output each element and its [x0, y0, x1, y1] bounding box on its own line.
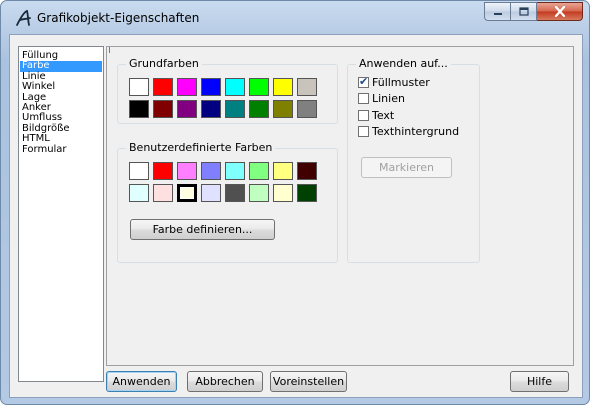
custom-color-swatch-6[interactable]: [273, 162, 293, 180]
custom-color-swatch-7[interactable]: [297, 162, 317, 180]
basic-color-swatch-14[interactable]: [273, 100, 293, 118]
apply-to-group: Anwenden auf... ✔ Füllmuster Linien Text Tex…: [347, 57, 480, 263]
custom-color-swatch-8[interactable]: [129, 184, 149, 202]
title-bar[interactable]: Grafikobjekt-Eigenschaften: [1, 1, 589, 35]
apply-option-label: Text: [372, 108, 395, 122]
close-icon: [554, 6, 565, 17]
custom-color-swatch-13[interactable]: [249, 184, 269, 202]
basic-color-swatch-11[interactable]: [201, 100, 221, 118]
custom-color-swatch-5[interactable]: [249, 162, 269, 180]
mark-button[interactable]: Markieren: [361, 157, 452, 178]
dialog-client-area: Füllung Farbe Linie Winkel Lage Anker Umfluss B…: [9, 34, 583, 398]
basic-color-swatch-6[interactable]: [273, 78, 293, 96]
cancel-button[interactable]: Abbrechen: [187, 371, 263, 392]
checkbox[interactable]: ✔: [358, 74, 369, 88]
apply-option-3[interactable]: Texthintergrund: [358, 124, 459, 140]
basic-color-swatch-2[interactable]: [177, 78, 197, 96]
maximize-button[interactable]: [511, 2, 537, 21]
basic-color-swatch-10[interactable]: [177, 100, 197, 118]
apply-to-label: Anwenden auf...: [356, 57, 451, 70]
basic-color-swatch-7[interactable]: [297, 78, 317, 96]
dialog-window: Grafikobjekt-Eigenschaften Füllung Farbe L…: [0, 0, 590, 405]
nav-item-8[interactable]: HTML: [20, 133, 102, 144]
window-title: Grafikobjekt-Eigenschaften: [37, 11, 200, 25]
custom-color-swatch-10[interactable]: [177, 184, 197, 202]
apply-option-label: Linien: [372, 92, 405, 105]
maximize-icon: [518, 7, 529, 16]
script-a-icon: [16, 9, 31, 26]
category-list[interactable]: Füllung Farbe Linie Winkel Lage Anker Umfluss B…: [18, 46, 104, 382]
apply-option-label: Texthintergrund: [372, 125, 460, 138]
basic-color-swatch-15[interactable]: [297, 100, 317, 118]
color-settings-panel: Grundfarben Benutzerdefinierte Farben Fa…: [106, 46, 574, 366]
basic-colors-label: Grundfarben: [126, 57, 202, 70]
custom-color-swatch-12[interactable]: [225, 184, 245, 202]
custom-color-swatch-2[interactable]: [177, 162, 197, 180]
basic-color-swatch-12[interactable]: [225, 100, 245, 118]
basic-color-swatch-8[interactable]: [129, 100, 149, 118]
apply-option-1[interactable]: Linien: [358, 91, 405, 107]
custom-color-swatch-4[interactable]: [225, 162, 245, 180]
preset-button[interactable]: Voreinstellen: [270, 371, 347, 392]
apply-option-label: Füllmuster: [372, 75, 430, 89]
checkmark-icon: ✔: [359, 74, 369, 88]
custom-color-swatch-15[interactable]: [297, 184, 317, 202]
custom-color-swatch-0[interactable]: [129, 162, 149, 180]
panel-divider-tick: [109, 47, 110, 53]
basic-color-swatch-1[interactable]: [153, 78, 173, 96]
basic-colors-group: Grundfarben: [117, 57, 338, 124]
basic-color-swatch-5[interactable]: [249, 78, 269, 96]
minimize-button[interactable]: [484, 2, 511, 21]
nav-item-9[interactable]: Formular: [20, 144, 102, 155]
nav-item-3[interactable]: Winkel: [20, 81, 102, 92]
custom-colors-label: Benutzerdefinierte Farben: [126, 141, 276, 154]
checkbox[interactable]: [358, 109, 369, 121]
custom-color-swatch-14[interactable]: [273, 184, 293, 202]
custom-color-swatch-1[interactable]: [153, 162, 173, 180]
window-controls: [484, 2, 583, 22]
basic-color-swatch-9[interactable]: [153, 100, 173, 118]
basic-color-swatch-0[interactable]: [129, 78, 149, 96]
basic-color-swatch-4[interactable]: [225, 78, 245, 96]
checkbox[interactable]: [358, 126, 369, 137]
custom-color-swatch-11[interactable]: [201, 184, 221, 202]
help-button[interactable]: Hilfe: [510, 371, 569, 392]
apply-button[interactable]: Anwenden: [106, 371, 177, 392]
custom-color-swatch-3[interactable]: [201, 162, 221, 180]
basic-color-swatch-3[interactable]: [201, 78, 221, 96]
define-color-button[interactable]: Farbe definieren...: [130, 219, 275, 240]
custom-color-swatch-9[interactable]: [153, 184, 173, 202]
apply-option-0[interactable]: ✔ Füllmuster: [358, 74, 430, 90]
basic-color-swatch-13[interactable]: [249, 100, 269, 118]
custom-colors-group: Benutzerdefinierte Farben Farbe definier…: [117, 141, 338, 263]
apply-option-2[interactable]: Text: [358, 107, 394, 123]
basic-colors-grid: [127, 77, 319, 121]
close-button[interactable]: [537, 2, 583, 21]
minimize-icon: [493, 12, 502, 15]
custom-colors-grid: [127, 161, 319, 205]
checkbox[interactable]: [358, 93, 369, 104]
